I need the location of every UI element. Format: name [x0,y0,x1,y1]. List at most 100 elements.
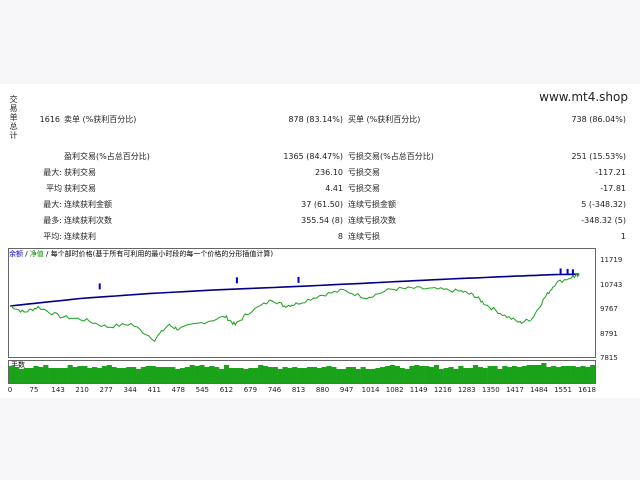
x-tick-label: 0 [7,386,13,394]
volume-bar [438,369,444,383]
volume-bar [302,368,308,383]
volume-bar [526,365,532,383]
x-tick-label: 1484 [529,386,548,394]
volume-bar [546,367,552,383]
volume-bar [48,368,54,383]
volume-bar [238,368,244,383]
volume-bar [497,369,503,383]
volume-bar [536,365,542,383]
volume-bar [253,368,259,383]
volume-bar [472,365,479,383]
volume-bar [23,368,29,383]
x-tick-label: 411 [147,386,161,394]
volume-bar [345,367,352,383]
volume-bar [326,366,332,383]
x-tick-label: 679 [243,386,258,394]
volume-bar [331,367,337,383]
volume-bar [62,368,68,383]
volume-bar [414,365,420,383]
volume-bar [243,369,249,383]
volume-bar [199,365,205,383]
volume-bar [72,367,78,383]
volume-bar [140,367,146,383]
volume-bar [214,367,220,383]
volume-bar [521,366,527,383]
volume-bar [150,366,156,383]
volume-bar [106,365,112,383]
volume-bar [33,366,39,383]
x-tick-label: 75 [29,386,39,394]
volume-bar [297,368,303,383]
volume-bar [204,367,210,383]
volume-bar [179,368,186,383]
equity-line [9,272,580,343]
chart-marker [559,268,562,275]
x-axis: 0 75 143 210 277 344 411 478 545 612 679 746 813 880 9… [0,386,640,396]
y-tick-label: 7815 [600,354,618,362]
volume-bar [262,366,269,383]
volume-bar [575,367,581,383]
volume-bar [292,367,298,383]
volume-bar [443,368,449,383]
volume-bar [155,367,161,383]
volume-bar [365,369,371,383]
volume-bar [492,366,498,383]
volume-bar [306,367,313,383]
volume-bar [507,367,513,383]
y-tick-label: 10743 [600,281,623,289]
volume-bar [590,365,596,383]
volume-bar [531,365,537,383]
volume-bar [28,368,34,383]
volume-bar [350,367,356,383]
x-tick-label: 143 [51,386,65,394]
volume-bar [580,366,586,383]
volume-bar [160,367,166,383]
volume-bar [121,368,127,383]
volume-bar [38,367,44,383]
volume-bar [482,368,488,383]
x-tick-label: 1618 [578,386,596,394]
y-tick-label: 8791 [600,330,618,338]
x-tick-label: 344 [123,386,137,394]
volume-bar [82,366,88,383]
volume-bar [341,369,347,383]
volume-bar [272,367,278,383]
volume-bar [311,367,317,383]
volume-bar [565,366,571,383]
volume-bar [111,367,117,383]
y-tick-label: 11719 [600,256,623,264]
volume-bar [355,369,361,383]
volume-bar [560,366,566,383]
x-tick-label: 1014 [361,386,380,394]
volume-bar [228,368,234,383]
x-tick-label: 746 [267,386,282,394]
volume-bar [282,367,288,383]
chart-marker [98,283,101,290]
volume-bar [189,365,195,383]
volume-bar [116,368,122,383]
volume-bar [385,366,391,383]
x-tick-label: 1350 [481,386,500,394]
volume-bar [399,368,405,383]
volume-bar [175,369,181,383]
volume-bar [448,367,454,383]
volume-bar [360,367,366,383]
x-tick-label: 478 [171,386,185,394]
volume-bar [248,368,254,383]
x-tick-label: 947 [339,386,354,394]
volume-bar [96,368,103,383]
volume-bar [468,368,474,383]
volume-bar [487,366,493,383]
x-tick-label: 1149 [409,386,428,394]
volume-bar [516,367,523,383]
volume-bar [370,369,376,383]
volume-bar [67,365,73,383]
volume-bar [9,366,15,383]
chart-svg [9,268,596,383]
volume-bar [570,366,576,383]
volume-bar [43,365,49,383]
volume-bar [477,367,483,383]
volume-bar [209,366,215,383]
volume-bar [551,366,557,383]
volume-bar [555,367,562,383]
